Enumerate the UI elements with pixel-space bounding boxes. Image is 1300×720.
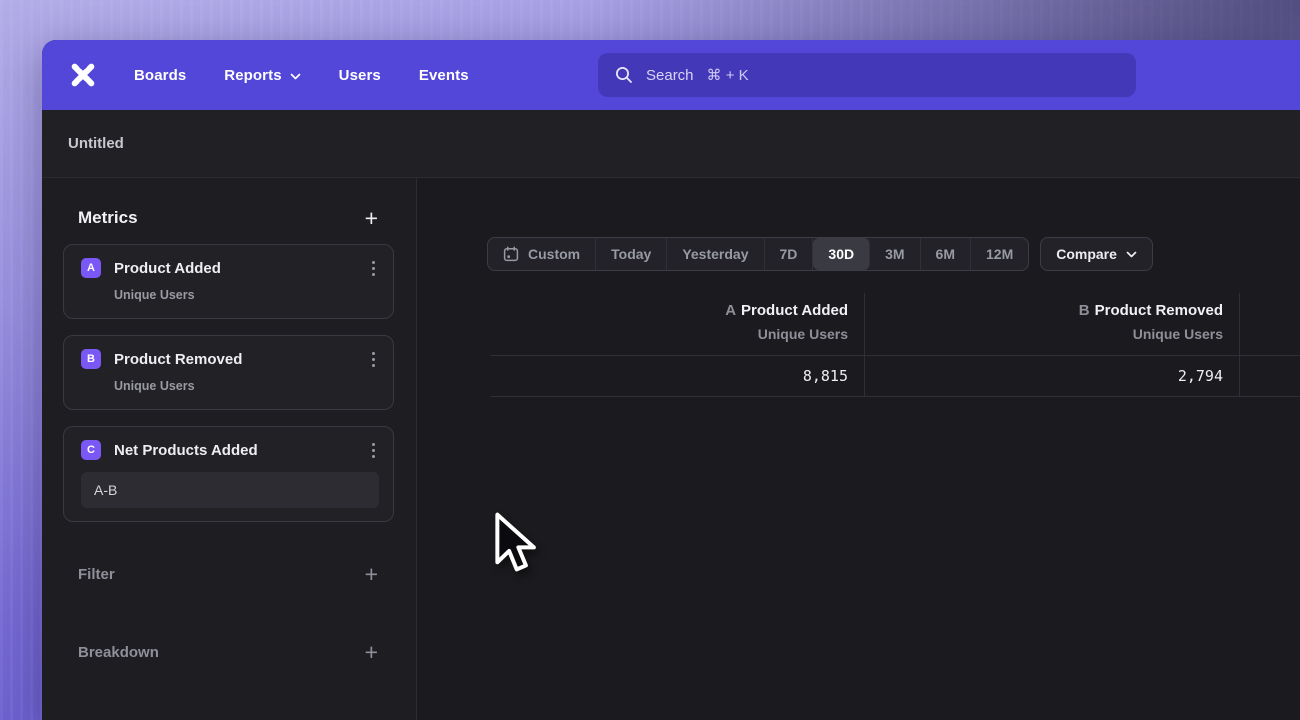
range-today[interactable]: Today [596, 238, 667, 270]
kebab-menu-icon[interactable] [368, 350, 379, 369]
filter-label: Filter [78, 566, 115, 583]
add-breakdown-button[interactable]: + [365, 642, 378, 662]
calendar-icon [503, 246, 519, 262]
nav-item-label: Events [419, 67, 469, 84]
metric-measure[interactable]: Unique Users [114, 379, 379, 393]
metric-badge-a: A [81, 258, 101, 278]
document-header: Untitled [42, 110, 1300, 178]
metric-measure[interactable]: Unique Users [114, 288, 379, 302]
column-measure: Unique Users [506, 326, 848, 342]
range-label: 30D [828, 246, 854, 262]
metric-card-a[interactable]: A Product Added Unique Users [63, 244, 394, 319]
table-header-overflow [1240, 293, 1300, 355]
range-label: 6M [936, 246, 955, 262]
metric-card-c[interactable]: C Net Products Added A-B [63, 426, 394, 522]
date-toolbar: Custom Today Yesterday 7D 30D 3M 6M 12M … [487, 237, 1153, 271]
compare-label: Compare [1056, 246, 1117, 262]
kebab-menu-icon[interactable] [368, 441, 379, 460]
range-6m[interactable]: 6M [921, 238, 971, 270]
metric-name[interactable]: Product Removed [114, 351, 355, 368]
breakdown-section: Breakdown + [63, 642, 394, 662]
metric-name[interactable]: Product Added [114, 260, 355, 277]
formula-input[interactable]: A-B [81, 472, 379, 508]
range-label: Today [611, 246, 651, 262]
nav-item-reports[interactable]: Reports [224, 67, 300, 84]
value-product-added[interactable]: 8,815 [490, 356, 865, 396]
nav-item-users[interactable]: Users [339, 67, 381, 84]
search-shortcut: ⌘ + K [707, 66, 749, 84]
nav-item-label: Reports [224, 67, 281, 84]
range-custom[interactable]: Custom [488, 238, 596, 270]
nav-item-label: Boards [134, 67, 186, 84]
metrics-section-header: Metrics + [63, 208, 394, 228]
value-product-removed[interactable]: 2,794 [865, 356, 1240, 396]
series-letter: A [725, 302, 736, 319]
breakdown-label: Breakdown [78, 644, 159, 661]
column-title: Product Added [741, 302, 848, 319]
range-12m[interactable]: 12M [971, 238, 1028, 270]
range-label: Yesterday [682, 246, 748, 262]
table-header-product-removed[interactable]: B Product Removed Unique Users [865, 293, 1240, 355]
query-sidebar: Metrics + A Product Added Unique Users B… [42, 178, 417, 720]
range-label: 3M [885, 246, 904, 262]
series-letter: B [1079, 302, 1090, 319]
metric-card-b[interactable]: B Product Removed Unique Users [63, 335, 394, 410]
metric-badge-b: B [81, 349, 101, 369]
app-window: Boards Reports Users Events Search [42, 40, 1300, 720]
chevron-down-icon [290, 73, 301, 80]
range-3m[interactable]: 3M [870, 238, 920, 270]
table-value-row: 8,815 2,794 [490, 356, 1300, 397]
range-7d[interactable]: 7D [765, 238, 814, 270]
range-yesterday[interactable]: Yesterday [667, 238, 764, 270]
metrics-table: A Product Added Unique Users B Product Rem… [490, 293, 1300, 397]
table-header-product-added[interactable]: A Product Added Unique Users [490, 293, 865, 355]
nav-item-boards[interactable]: Boards [134, 67, 186, 84]
range-label: 7D [780, 246, 798, 262]
search-placeholder: Search [646, 67, 694, 84]
document-title[interactable]: Untitled [68, 135, 124, 152]
filter-section: Filter + [63, 564, 394, 584]
search-input[interactable]: Search ⌘ + K [598, 53, 1136, 97]
report-canvas: Custom Today Yesterday 7D 30D 3M 6M 12M … [417, 178, 1300, 720]
metric-badge-c: C [81, 440, 101, 460]
metric-name[interactable]: Net Products Added [114, 442, 355, 459]
range-label: Custom [528, 246, 580, 262]
table-header-row: A Product Added Unique Users B Product Rem… [490, 293, 1300, 356]
nav-item-label: Users [339, 67, 381, 84]
desktop-background: Boards Reports Users Events Search [0, 0, 1300, 720]
chevron-down-icon [1126, 251, 1137, 258]
mixpanel-x-logo-icon[interactable] [70, 62, 96, 88]
date-range-control: Custom Today Yesterday 7D 30D 3M 6M 12M [487, 237, 1029, 271]
metrics-title: Metrics [78, 208, 138, 228]
top-nav: Boards Reports Users Events Search [42, 40, 1300, 110]
search-icon [615, 66, 633, 84]
table-cell-overflow [1240, 356, 1300, 396]
column-title: Product Removed [1095, 302, 1223, 319]
range-30d-active[interactable]: 30D [813, 238, 870, 270]
kebab-menu-icon[interactable] [368, 259, 379, 278]
add-filter-button[interactable]: + [365, 564, 378, 584]
nav-item-events[interactable]: Events [419, 67, 469, 84]
add-metric-button[interactable]: + [365, 208, 378, 228]
range-label: 12M [986, 246, 1013, 262]
compare-button[interactable]: Compare [1040, 237, 1153, 271]
column-measure: Unique Users [881, 326, 1223, 342]
